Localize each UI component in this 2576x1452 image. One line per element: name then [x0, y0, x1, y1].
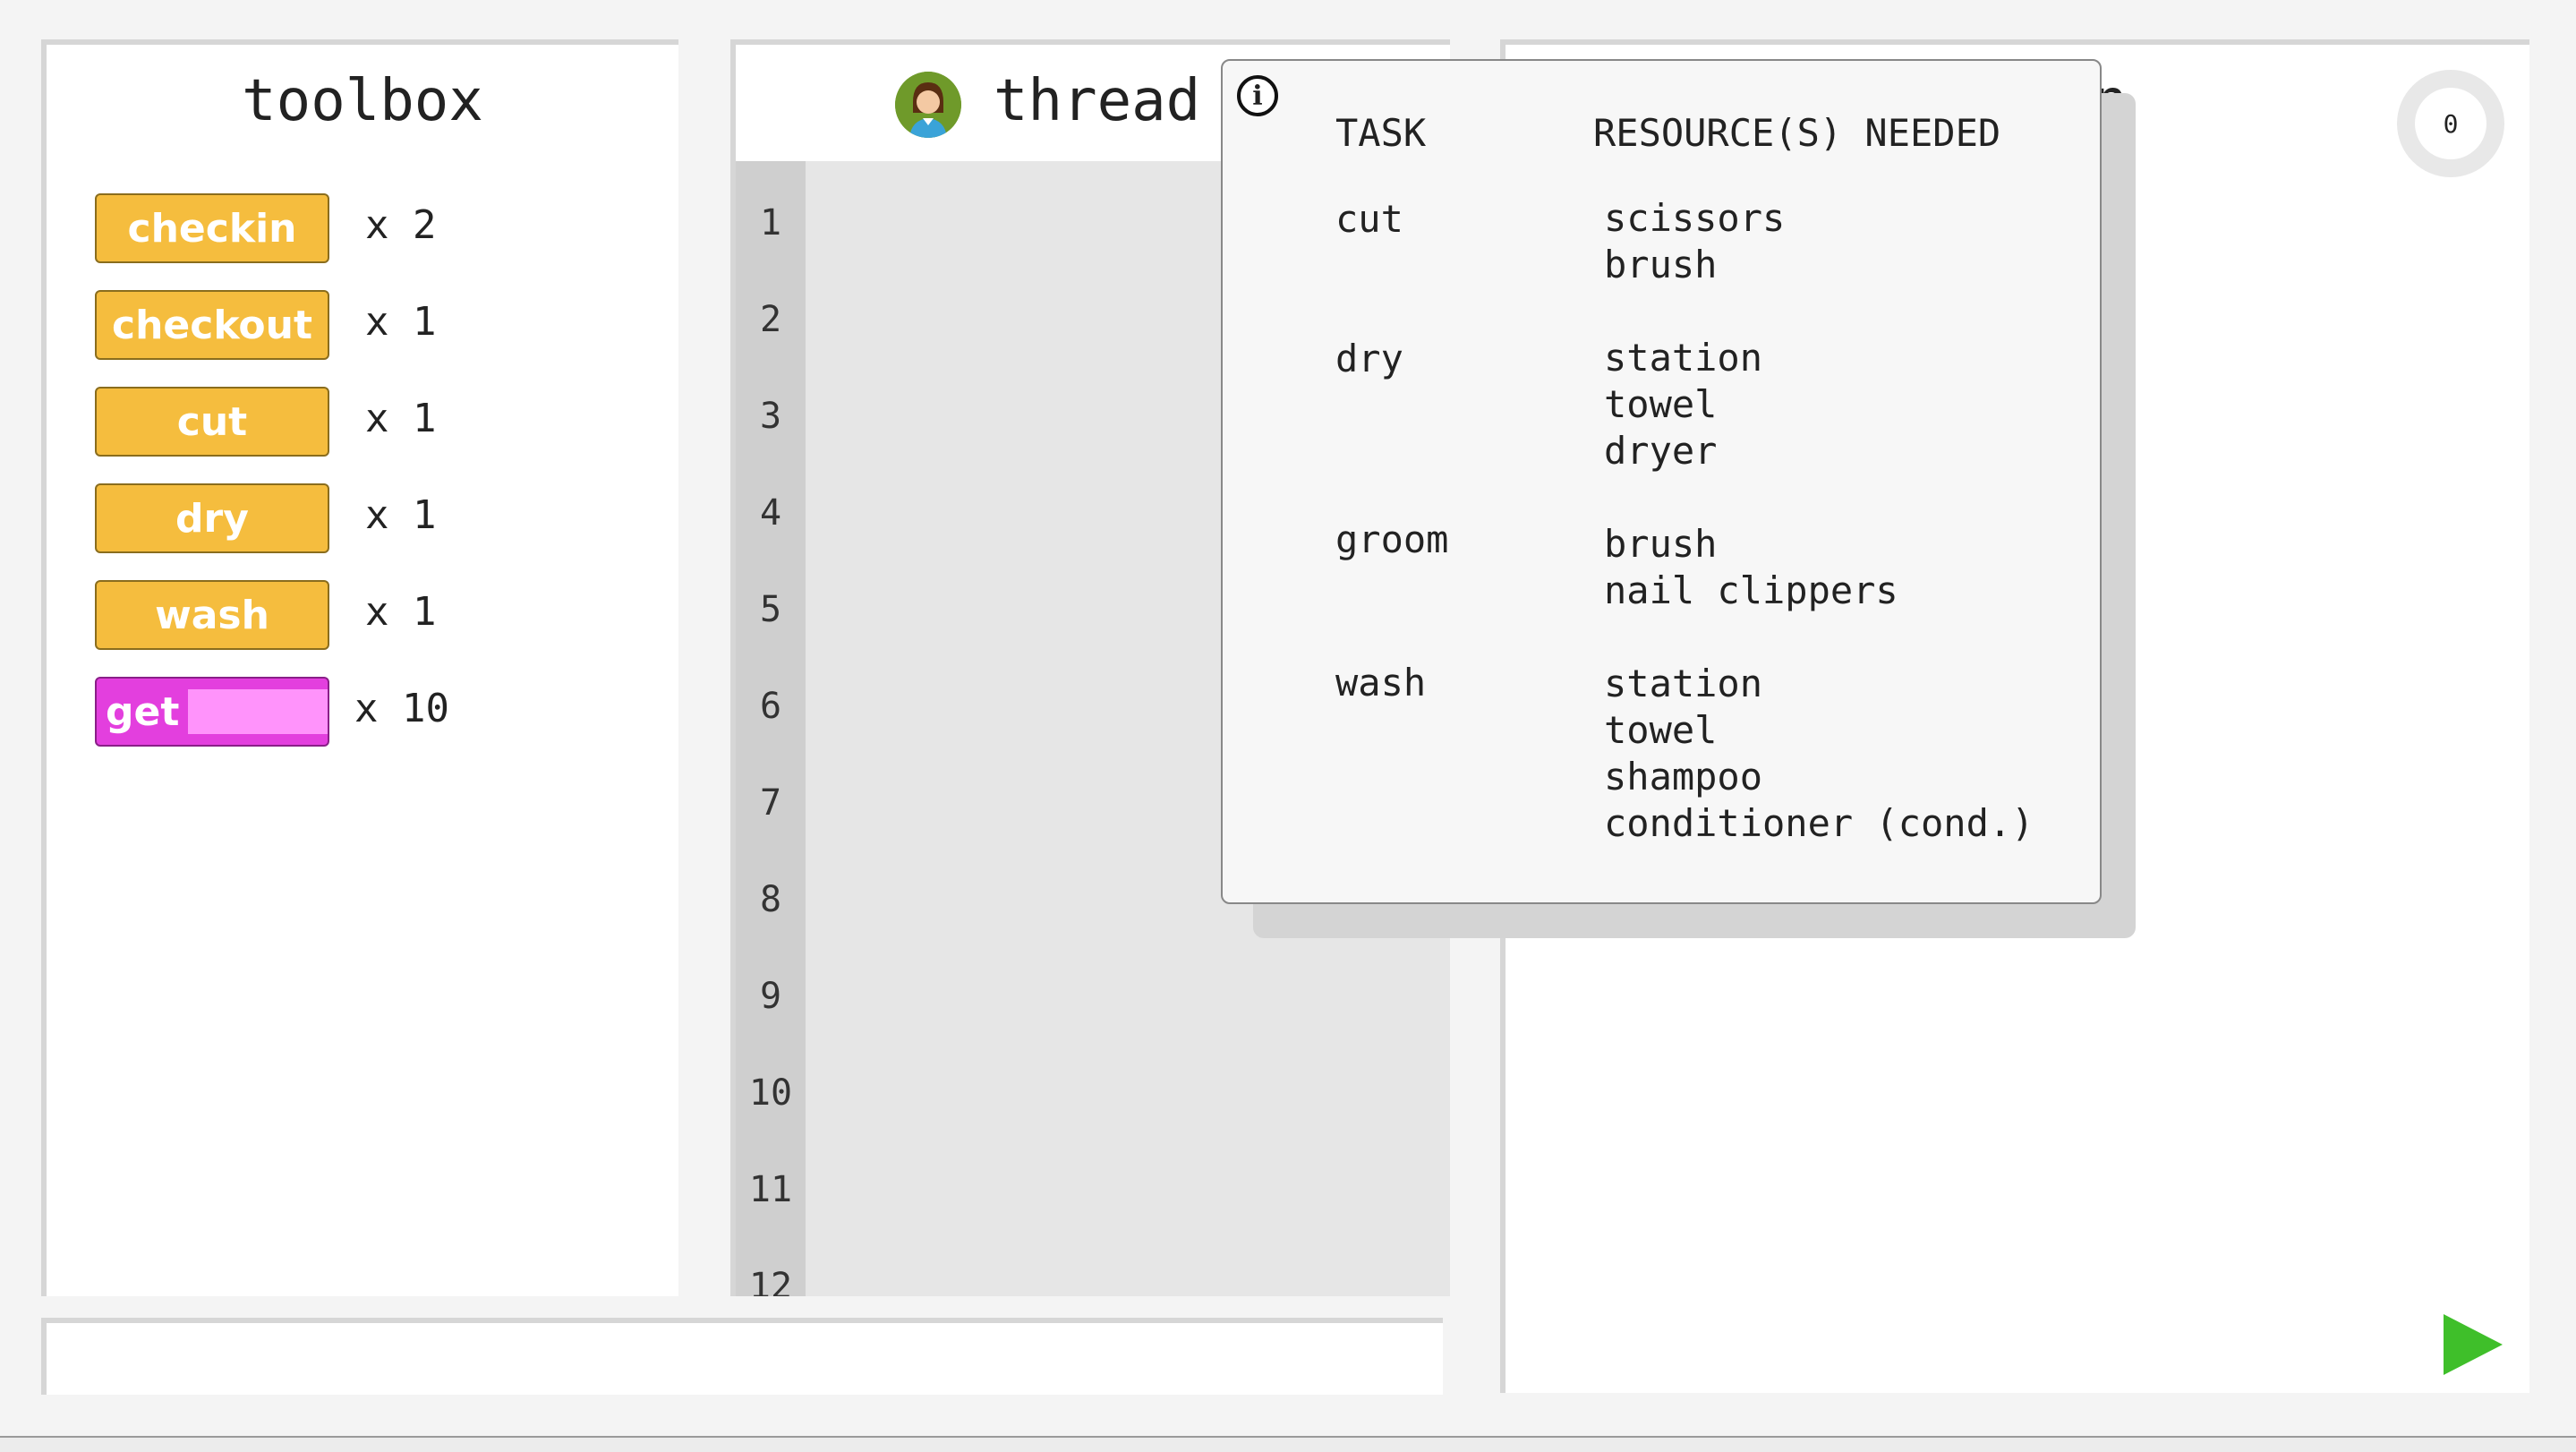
info-icon[interactable]: i [1237, 75, 1278, 116]
bottom-strip [0, 1436, 2576, 1452]
checkout-block[interactable]: checkout [95, 290, 329, 360]
line-number: 1 [759, 202, 782, 243]
resources-dry: station towel dryer [1604, 335, 1762, 474]
get-count: x 10 [354, 686, 449, 731]
resource-item: station [1604, 336, 1763, 380]
play-icon[interactable] [2444, 1314, 2503, 1375]
resource-item: station [1604, 662, 1763, 705]
task-cut: cut [1335, 197, 1403, 241]
task-wash: wash [1335, 661, 1427, 705]
checkout-count: x 1 [365, 299, 437, 345]
block-label: wash [155, 592, 269, 638]
wash-block[interactable]: wash [95, 580, 329, 650]
line-number: 5 [759, 589, 782, 630]
resources-groom: brush nail clippers [1604, 521, 1898, 614]
line-number: 8 [759, 879, 782, 920]
task-groom: groom [1335, 517, 1449, 561]
block-label: get [106, 688, 180, 735]
avatar-icon [895, 72, 961, 138]
header-task: TASK [1335, 111, 1427, 155]
line-number: 12 [748, 1266, 793, 1296]
resource-item: brush [1604, 243, 1718, 286]
resource-item: nail clippers [1604, 568, 1898, 612]
line-number: 7 [759, 782, 782, 824]
toolbox-panel: toolbox checkin x 2 checkout x 1 cut x 1… [41, 39, 678, 1296]
block-label: cut [176, 398, 248, 445]
block-label: checkout [112, 302, 312, 348]
toolbox-title: toolbox [242, 68, 483, 134]
resource-item: towel [1604, 382, 1718, 426]
line-number: 6 [759, 686, 782, 727]
thread-title: thread [994, 68, 1201, 134]
resources-wash: station towel shampoo conditioner (cond.… [1604, 661, 2034, 847]
line-number: 2 [759, 299, 782, 340]
get-block-slot[interactable] [188, 689, 328, 734]
dry-block[interactable]: dry [95, 483, 329, 553]
block-label: dry [175, 495, 249, 542]
resource-item: shampoo [1604, 755, 1763, 799]
line-number: 11 [748, 1169, 793, 1210]
cut-block[interactable]: cut [95, 387, 329, 457]
counter-dial: 0 [2397, 70, 2504, 177]
checkin-block[interactable]: checkin [95, 193, 329, 263]
resource-item: conditioner (cond.) [1604, 801, 2034, 845]
line-number: 10 [748, 1072, 793, 1114]
get-block[interactable]: get [95, 677, 329, 747]
line-number-gutter: 1 2 3 4 5 6 7 8 9 10 11 12 [736, 161, 806, 1296]
resources-cut: scissors brush [1604, 195, 1785, 288]
task-dry: dry [1335, 337, 1403, 380]
line-number: 9 [759, 976, 782, 1017]
checkin-count: x 2 [365, 202, 437, 248]
block-label: checkin [127, 205, 297, 252]
console-panel [41, 1318, 1443, 1395]
header-resources: RESOURCE(S) NEEDED [1593, 111, 2001, 155]
dry-count: x 1 [365, 492, 437, 538]
line-number: 4 [759, 492, 782, 534]
resource-item: towel [1604, 708, 1718, 752]
resource-info-popup: i TASK RESOURCE(S) NEEDED cut scissors b… [1221, 59, 2102, 904]
resource-item: scissors [1604, 196, 1786, 240]
resource-item: dryer [1604, 429, 1718, 473]
cut-count: x 1 [365, 396, 437, 441]
line-number: 3 [759, 396, 782, 437]
resource-item: brush [1604, 522, 1718, 566]
counter-value: 0 [2415, 88, 2486, 159]
wash-count: x 1 [365, 589, 437, 635]
